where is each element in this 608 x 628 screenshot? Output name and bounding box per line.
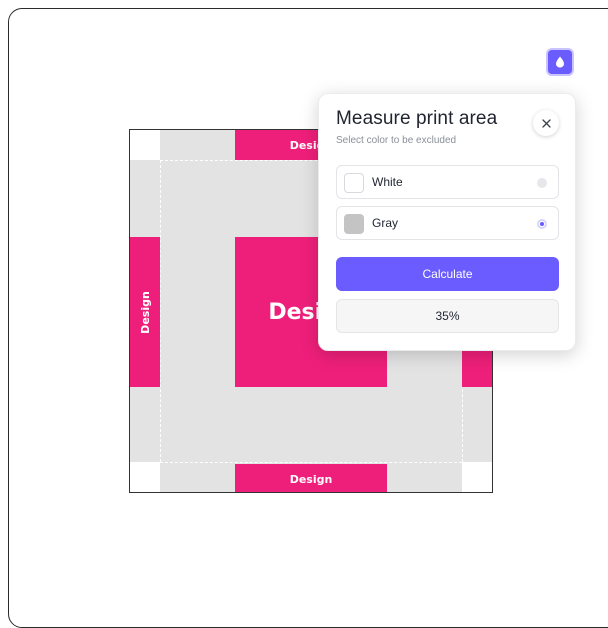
panel-title: Measure print area <box>336 108 498 129</box>
measure-tool-button[interactable] <box>546 48 574 76</box>
color-option-gray[interactable]: Gray <box>336 206 559 240</box>
guide-line-bottom <box>160 462 462 463</box>
design-label-bottom: Design <box>289 472 333 486</box>
panel-subtitle: Select color to be excluded <box>336 135 457 146</box>
calculate-button[interactable]: Calculate <box>336 257 559 291</box>
measure-print-area-panel: Measure print area Select color to be ex… <box>318 93 576 351</box>
design-block-bottom[interactable]: Design <box>235 464 387 492</box>
result-value: 35% <box>336 299 559 333</box>
droplet-icon <box>555 56 565 68</box>
guide-line-left <box>160 160 161 462</box>
design-label-left: Design <box>138 290 152 334</box>
design-block-left[interactable]: Design <box>130 237 160 387</box>
option-label-white: White <box>372 175 403 189</box>
color-option-white[interactable]: White <box>336 165 559 199</box>
close-button[interactable] <box>533 110 559 136</box>
radio-gray-selected[interactable] <box>537 219 547 229</box>
option-label-gray: Gray <box>372 216 399 230</box>
white-swatch <box>344 173 364 193</box>
radio-white[interactable] <box>537 178 547 188</box>
gray-swatch <box>344 214 364 234</box>
close-icon <box>541 118 551 128</box>
